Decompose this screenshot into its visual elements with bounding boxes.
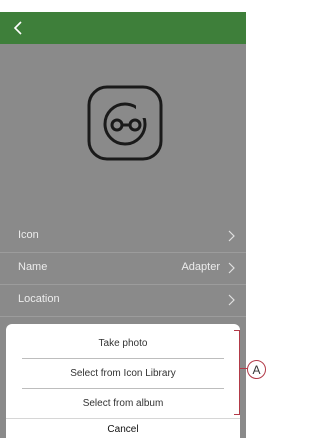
row-value: Adapter xyxy=(181,261,220,273)
divider xyxy=(22,388,224,389)
chevron-right-icon xyxy=(228,262,235,274)
row-label: Icon xyxy=(18,229,39,241)
app-bar xyxy=(0,12,246,44)
callout-bracket-bottom xyxy=(234,414,240,415)
name-row[interactable]: Name Adapter xyxy=(0,252,246,285)
cancel-button[interactable]: Cancel xyxy=(6,418,240,438)
take-photo-option[interactable]: Take photo xyxy=(22,330,224,356)
location-row[interactable]: Location xyxy=(0,284,246,317)
chevron-right-icon xyxy=(228,230,235,242)
select-album-option[interactable]: Select from album xyxy=(22,390,224,416)
row-label: Name xyxy=(18,261,48,273)
chevron-left-icon xyxy=(13,21,22,35)
callout-bracket-spine xyxy=(239,330,240,415)
device-icon-button[interactable] xyxy=(86,84,164,162)
app-screen: Icon Name Adapter Location Take photo Se… xyxy=(0,12,246,438)
back-button[interactable] xyxy=(4,12,32,44)
callout-marker: A xyxy=(247,360,266,379)
icon-row[interactable]: Icon xyxy=(0,220,246,253)
action-sheet: Take photo Select from Icon Library Sele… xyxy=(6,324,240,438)
divider xyxy=(22,358,224,359)
adapter-icon xyxy=(87,85,163,161)
chevron-right-icon xyxy=(228,294,235,306)
row-label: Location xyxy=(18,293,60,305)
icon-library-option[interactable]: Select from Icon Library xyxy=(22,360,224,386)
